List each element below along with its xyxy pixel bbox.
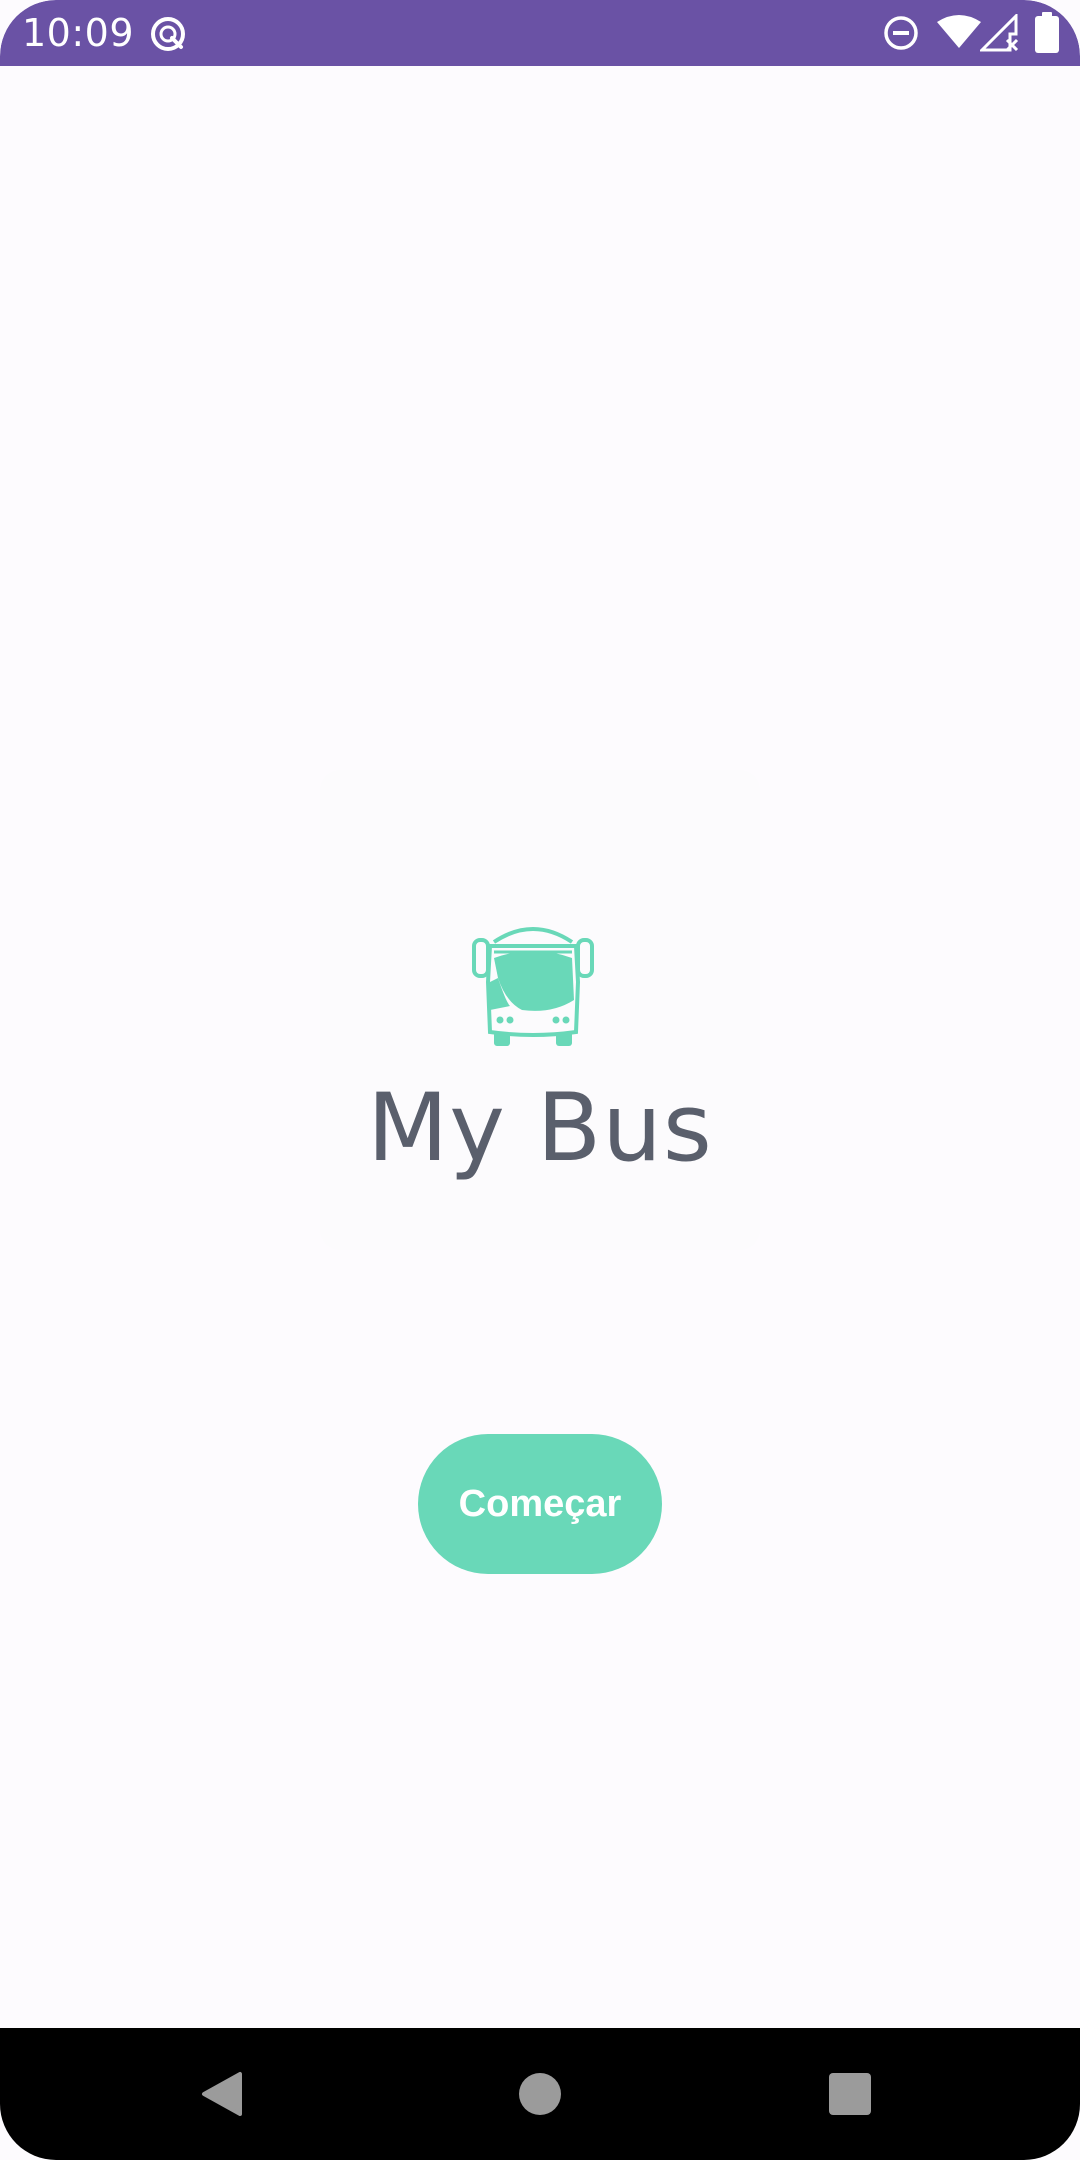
home-icon[interactable] <box>518 2072 562 2116</box>
sync-icon <box>151 17 185 51</box>
status-time: 10:09 <box>22 11 135 55</box>
navigation-bar <box>0 2028 1080 2160</box>
app-title: My Bus <box>367 1074 713 1183</box>
bus-icon <box>472 927 594 1046</box>
status-bar: 10:09 <box>0 0 1080 66</box>
battery-icon <box>1035 12 1059 53</box>
start-button[interactable]: Começar <box>418 1434 662 1574</box>
recents-icon[interactable] <box>828 2072 872 2116</box>
back-icon[interactable] <box>200 2070 248 2118</box>
app-screen: 10:09 My Bus Começar <box>0 0 1080 2160</box>
signal-no-data-icon <box>980 14 1019 52</box>
wifi-icon <box>937 15 981 48</box>
do-not-disturb-icon <box>884 16 918 50</box>
